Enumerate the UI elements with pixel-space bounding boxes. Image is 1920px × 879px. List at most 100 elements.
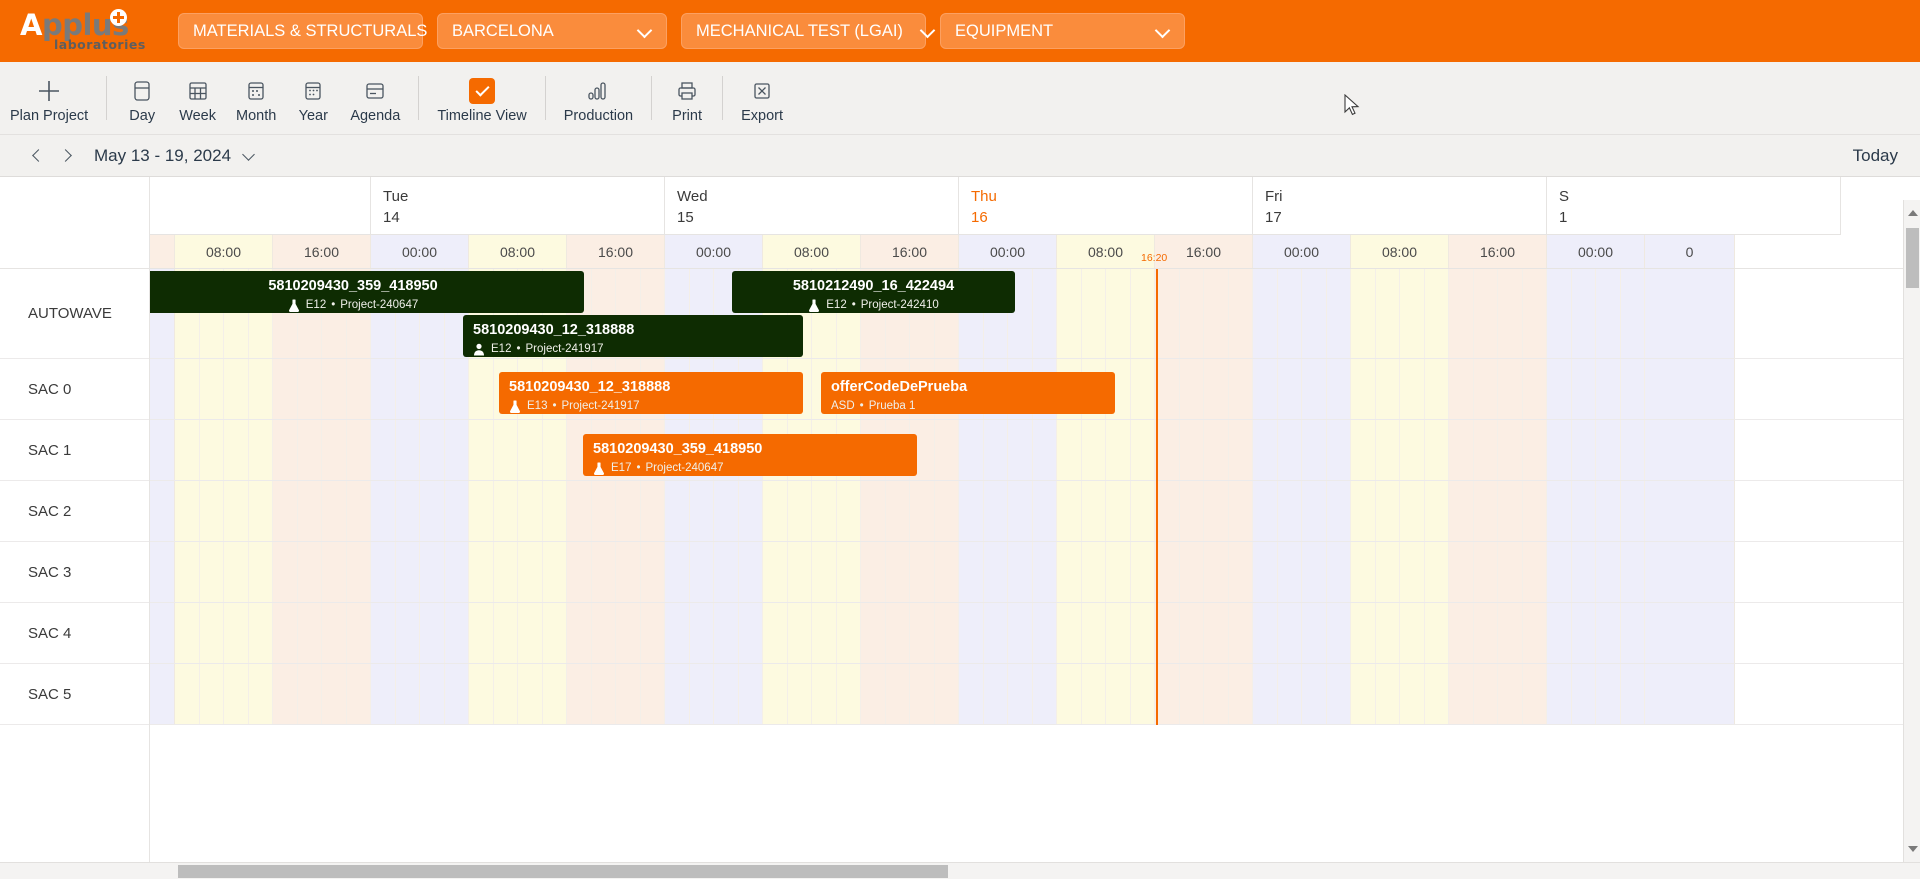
timeline-cell[interactable] [1277, 269, 1302, 358]
timeline-cell[interactable] [444, 420, 469, 480]
timeline-cell[interactable] [493, 542, 518, 602]
timeline-cell[interactable] [1400, 359, 1425, 419]
timeline-cell[interactable] [1228, 420, 1253, 480]
timeline-cell[interactable] [1204, 481, 1229, 541]
timeline-cell[interactable] [1008, 603, 1033, 663]
timeline-cell[interactable] [322, 664, 347, 724]
previous-period-button[interactable] [22, 141, 52, 171]
timeline-cell[interactable] [395, 359, 420, 419]
timeline-cell[interactable] [150, 359, 175, 419]
timeline-cell[interactable] [175, 664, 200, 724]
timeline-cell[interactable] [1351, 542, 1376, 602]
timeline-cell[interactable] [1424, 359, 1449, 419]
timeline-cell[interactable] [861, 481, 886, 541]
timeline-cell[interactable] [322, 603, 347, 663]
timeline-cell[interactable] [1326, 603, 1351, 663]
timeline-cell[interactable] [1326, 269, 1351, 358]
timeline-cell[interactable] [1008, 664, 1033, 724]
timeline-event[interactable]: 5810209430_359_418950 E12 • Project-240647 [150, 271, 584, 313]
timeline-cell[interactable] [640, 664, 665, 724]
timeline-cell[interactable] [469, 420, 494, 480]
timeline-cell[interactable] [1302, 269, 1327, 358]
timeline-cell[interactable] [1032, 481, 1057, 541]
timeline-cell[interactable] [444, 603, 469, 663]
timeline-cell[interactable] [322, 420, 347, 480]
timeline-cell[interactable] [1253, 603, 1278, 663]
timeline-cell[interactable] [1057, 420, 1082, 480]
timeline-cell[interactable] [567, 603, 592, 663]
timeline-cell[interactable] [469, 603, 494, 663]
tab-day[interactable]: Day [115, 72, 169, 124]
timeline-cell[interactable] [224, 359, 249, 419]
timeline-cell[interactable] [273, 664, 298, 724]
timeline-cell[interactable] [1081, 481, 1106, 541]
timeline-cell[interactable] [1253, 481, 1278, 541]
timeline-cell[interactable] [1081, 603, 1106, 663]
timeline-cell[interactable] [248, 664, 273, 724]
timeline-cell[interactable] [1620, 359, 1645, 419]
timeline-cell[interactable] [1130, 542, 1155, 602]
timeline-cell[interactable] [395, 542, 420, 602]
business-line-select[interactable]: MATERIALS & STRUCTURALS [178, 13, 427, 49]
timeline-cell[interactable] [1473, 481, 1498, 541]
timeline-cell[interactable] [248, 481, 273, 541]
timeline-cell[interactable] [224, 664, 249, 724]
timeline-cell[interactable] [665, 664, 690, 724]
timeline-cell[interactable] [1106, 664, 1131, 724]
timeline-cell[interactable] [1228, 664, 1253, 724]
timeline-cell[interactable] [1130, 481, 1155, 541]
timeline-cell[interactable] [640, 481, 665, 541]
timeline-cell[interactable] [1620, 542, 1645, 602]
timeline-cell[interactable] [934, 664, 959, 724]
timeline-cell[interactable] [1253, 420, 1278, 480]
timeline-cell[interactable] [199, 359, 224, 419]
export-button[interactable]: Export [731, 72, 793, 124]
timeline-cell[interactable] [640, 603, 665, 663]
timeline-cell[interactable] [1522, 542, 1547, 602]
timeline-cell[interactable] [1032, 664, 1057, 724]
timeline-cell[interactable] [248, 420, 273, 480]
timeline-cell[interactable] [1449, 542, 1474, 602]
timeline-cell[interactable] [150, 420, 175, 480]
timeline-cell[interactable] [910, 664, 935, 724]
timeline-cell[interactable] [714, 664, 739, 724]
timeline-cell[interactable] [616, 603, 641, 663]
timeline-cell[interactable] [273, 420, 298, 480]
timeline-cell[interactable] [812, 603, 837, 663]
timeline-cell[interactable] [1228, 542, 1253, 602]
timeline-cell[interactable] [1204, 664, 1229, 724]
timeline-cell[interactable] [1106, 542, 1131, 602]
timeline-cell[interactable] [248, 359, 273, 419]
timeline-cell[interactable] [1302, 542, 1327, 602]
plan-project-button[interactable]: Plan Project [0, 72, 98, 124]
timeline-cell[interactable] [1400, 420, 1425, 480]
timeline-cell[interactable] [959, 420, 984, 480]
timeline-cell[interactable] [542, 481, 567, 541]
timeline-cell[interactable] [836, 664, 861, 724]
timeline-cell[interactable] [1645, 359, 1735, 419]
timeline-cell[interactable] [1057, 664, 1082, 724]
timeline-cell[interactable] [1400, 269, 1425, 358]
timeline-cell[interactable] [1130, 359, 1155, 419]
timeline-cell[interactable] [542, 420, 567, 480]
production-button[interactable]: Production [554, 72, 643, 124]
timeline-cell[interactable] [1424, 269, 1449, 358]
timeline-cell[interactable] [1547, 542, 1572, 602]
timeline-cell[interactable] [1032, 420, 1057, 480]
resource-row[interactable]: SAC 3 [0, 542, 149, 603]
timeline-cell[interactable] [1522, 269, 1547, 358]
timeline-cell[interactable] [763, 481, 788, 541]
timeline-cell[interactable] [346, 603, 371, 663]
timeline-cell[interactable] [983, 420, 1008, 480]
timeline-cell[interactable] [1179, 664, 1204, 724]
timeline-cell[interactable] [1620, 664, 1645, 724]
timeline-cell[interactable] [1130, 269, 1155, 358]
timeline-cell[interactable] [150, 603, 175, 663]
timeline-cell[interactable] [885, 481, 910, 541]
timeline-cell[interactable] [812, 542, 837, 602]
location-select[interactable]: BARCELONA [437, 13, 667, 49]
timeline-cell[interactable] [1571, 269, 1596, 358]
timeline-cell[interactable] [1351, 359, 1376, 419]
timeline-cell[interactable] [371, 420, 396, 480]
timeline-row[interactable] [150, 420, 1920, 481]
